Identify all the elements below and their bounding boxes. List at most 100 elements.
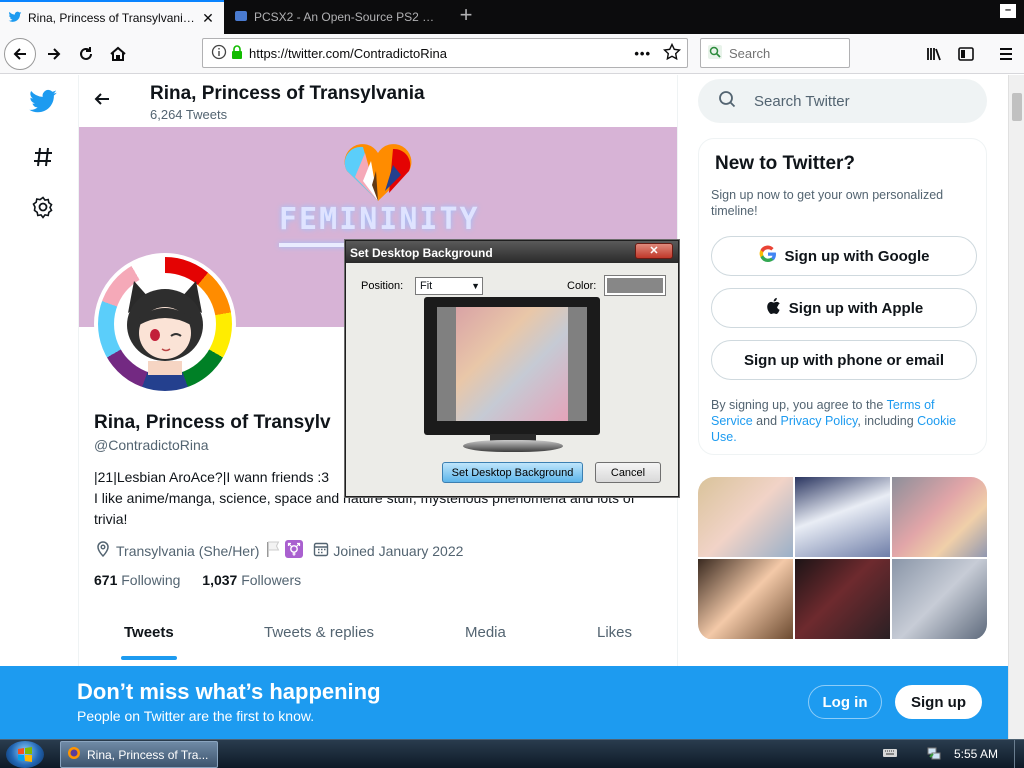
pcsx2-favicon-icon [234, 9, 248, 26]
media-thumbnail[interactable] [698, 477, 793, 557]
avatar[interactable] [94, 253, 236, 395]
position-select[interactable]: Fit ▼ [415, 277, 483, 295]
sign-up-apple-button[interactable]: Sign up with Apple [711, 288, 977, 328]
search-icon [718, 90, 736, 112]
active-tab-indicator [121, 656, 177, 660]
media-grid [698, 477, 987, 640]
network-icon[interactable] [926, 745, 942, 764]
scrollbar-thumb[interactable] [1012, 93, 1022, 121]
screen: Rina, Princess of Transylvania (@ ✕ PCSX… [0, 0, 1024, 768]
new-to-twitter-card: New to Twitter? Sign up now to get your … [698, 138, 987, 455]
color-picker-button[interactable] [604, 275, 666, 296]
privacy-link[interactable]: Privacy Policy [781, 414, 858, 428]
header-profile-name: Rina, Princess of Transylvania [150, 83, 425, 104]
start-button[interactable] [6, 741, 44, 768]
twitter-search-input[interactable]: Search Twitter [698, 79, 987, 123]
legal-prefix: By signing up, you agree to the [711, 398, 884, 412]
media-thumbnail[interactable] [795, 559, 890, 639]
home-button[interactable] [102, 38, 134, 70]
info-icon[interactable] [211, 44, 227, 63]
followers-count: 1,037 [202, 572, 238, 588]
lock-icon [231, 44, 243, 62]
dropdown-arrow-icon: ▼ [471, 281, 480, 291]
followers-label: Followers [241, 572, 302, 588]
media-thumbnail[interactable] [892, 559, 987, 639]
dialog-close-icon[interactable]: ✕ [635, 243, 673, 259]
tab-tweets-replies[interactable]: Tweets & replies [264, 624, 374, 641]
monitor-screen [437, 307, 587, 421]
tab-title: PCSX2 - An Open-Source PS2 Em [254, 10, 440, 24]
tab-tweets[interactable]: Tweets [124, 624, 174, 641]
anime-girl-avatar-icon [127, 281, 203, 375]
log-in-button[interactable]: Log in [808, 685, 882, 719]
following-link[interactable]: 671 Following [94, 572, 180, 588]
settings-gear-icon[interactable] [28, 192, 58, 222]
page-actions-icon[interactable]: ••• [634, 46, 651, 61]
reload-button[interactable] [70, 38, 102, 70]
new-to-twitter-title: New to Twitter? [715, 153, 856, 174]
firefox-app-icon [67, 746, 81, 763]
back-button[interactable] [4, 38, 36, 70]
apple-logo-icon [765, 297, 781, 319]
twitter-favicon-icon [8, 10, 22, 27]
back-arrow-icon[interactable] [92, 89, 116, 113]
sidebar-button[interactable] [950, 38, 982, 70]
apple-button-label: Sign up with Apple [788, 299, 924, 317]
search-placeholder: Search [729, 45, 771, 61]
sign-up-phone-email-button[interactable]: Sign up with phone or email [711, 340, 977, 380]
explore-hashtag-icon[interactable] [28, 142, 58, 172]
bookmark-star-icon[interactable] [662, 42, 682, 64]
google-button-label: Sign up with Google [784, 247, 930, 265]
profile-location: Transylvania (She/Her) [116, 542, 260, 559]
color-label: Color: [567, 280, 597, 292]
arrow-left-icon [13, 48, 26, 60]
monitor-stand [463, 440, 563, 452]
position-value: Fit [420, 280, 433, 292]
sign-up-button[interactable]: Sign up [895, 685, 982, 719]
forward-button[interactable] [38, 38, 70, 70]
set-desktop-background-dialog: Set Desktop Background ✕ Position: Fit ▼… [345, 240, 679, 497]
taskbar-clock[interactable]: 5:55 AM [954, 747, 998, 761]
sign-up-google-button[interactable]: Sign up with Google [711, 236, 977, 276]
profile-handle: @ContradictoRina [94, 437, 209, 453]
close-tab-icon[interactable]: ✕ [200, 10, 216, 27]
followers-link[interactable]: 1,037 Followers [202, 572, 301, 588]
browser-search-field[interactable]: Search [700, 38, 850, 68]
windows-logo-icon [18, 746, 32, 762]
browser-tab-pcsx2[interactable]: PCSX2 - An Open-Source PS2 Em [226, 0, 448, 34]
taskbar-firefox-item[interactable]: Rina, Princess of Tra... [60, 741, 218, 768]
banner-text: FEMININITY [279, 202, 480, 237]
twitter-search-placeholder: Search Twitter [754, 92, 850, 110]
url-bar[interactable]: https://twitter.com/ContradictoRina ••• [202, 38, 688, 68]
tab-likes[interactable]: Likes [597, 624, 632, 641]
url-text: https://twitter.com/ContradictoRina [249, 45, 447, 61]
signup-banner: Don’t miss what’s happening People on Tw… [0, 666, 1008, 739]
keyboard-icon[interactable] [882, 747, 898, 762]
twitter-logo-icon[interactable] [28, 87, 58, 117]
media-thumbnail[interactable] [795, 477, 890, 557]
window-minimize-icon[interactable]: – [1000, 4, 1016, 18]
cancel-button[interactable]: Cancel [595, 462, 661, 483]
header-tweet-count: 6,264 Tweets [150, 107, 228, 122]
show-desktop-button[interactable] [1014, 740, 1024, 768]
taskbar: Rina, Princess of Tra... 5:55 AM [0, 739, 1024, 768]
browser-tab-twitter[interactable]: Rina, Princess of Transylvania (@ ✕ [0, 0, 224, 34]
following-label: Following [121, 572, 181, 588]
signup-banner-title: Don’t miss what’s happening [77, 679, 381, 704]
page-scrollbar[interactable] [1008, 75, 1024, 739]
menu-button[interactable] [990, 38, 1022, 70]
browser-tab-strip: Rina, Princess of Transylvania (@ ✕ PCSX… [0, 0, 1024, 34]
monitor-preview [424, 297, 600, 435]
library-button[interactable] [918, 38, 950, 70]
phone-email-button-label: Sign up with phone or email [743, 351, 944, 369]
legal-and: and [756, 414, 778, 428]
reload-icon [80, 47, 92, 60]
white-flag-icon [265, 540, 281, 561]
browser-toolbar: https://twitter.com/ContradictoRina ••• … [0, 34, 1024, 74]
set-desktop-background-button[interactable]: Set Desktop Background [442, 462, 583, 483]
media-thumbnail[interactable] [698, 559, 793, 639]
tab-media[interactable]: Media [465, 624, 506, 641]
new-tab-icon[interactable]: + [454, 4, 478, 28]
transgender-symbol-icon [285, 540, 304, 561]
media-thumbnail[interactable] [892, 477, 987, 557]
